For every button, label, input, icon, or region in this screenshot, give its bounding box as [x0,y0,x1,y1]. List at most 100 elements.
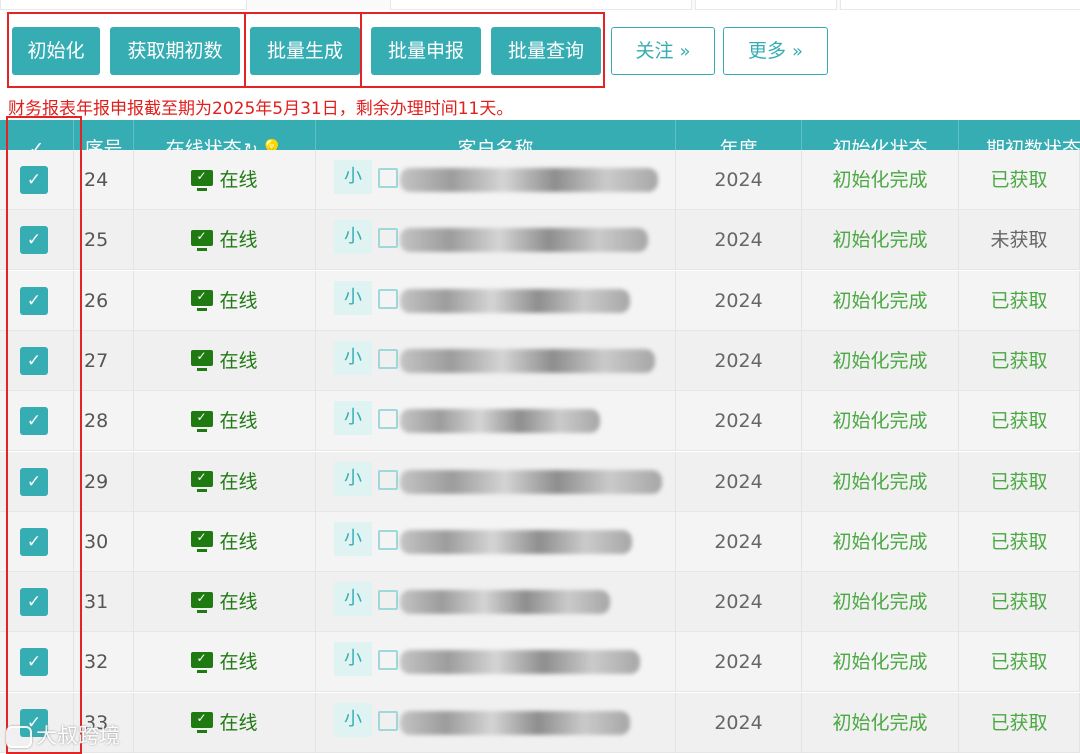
table-row[interactable]: ✓ 27 ✓ 在线小 2024 初始化完成 已获取 [0,330,1080,391]
row-checkbox[interactable]: ✓ [20,166,48,194]
more-button[interactable]: 更多 » [723,27,828,75]
batch-query-button[interactable]: 批量查询 [491,27,601,75]
top-tab[interactable] [390,0,692,10]
batch-generate-button[interactable]: 批量生成 [250,27,360,75]
row-checkbox[interactable]: ✓ [20,467,48,496]
edit-icon[interactable] [378,409,398,430]
deadline-notice: 财务报表年报申报截至期为2025年5月31日，剩余办理时间11天。 [8,99,514,119]
row-checkbox[interactable]: ✓ [20,648,48,677]
opening-status: 已获取 [959,511,1080,572]
customer-name-cell: 小 [316,572,676,633]
edit-icon[interactable] [378,650,398,671]
monitor-check-icon: ✓ [191,591,214,613]
customer-name-redacted[interactable] [400,288,630,313]
top-tab[interactable] [0,0,247,10]
row-checkbox[interactable]: ✓ [20,226,48,255]
customer-name-redacted[interactable] [400,710,630,735]
edit-icon[interactable] [378,529,398,550]
row-index: 25 [74,210,134,271]
init-status: 初始化完成 [802,210,959,271]
edit-icon[interactable] [378,710,398,731]
table-row[interactable]: ✓ 33 ✓ 在线小 2024 初始化完成 已获取 [0,692,1080,753]
online-status-label: 在线 [219,169,258,191]
row-year: 2024 [676,511,802,572]
row-checkbox-cell: ✓ [0,451,74,512]
row-checkbox[interactable]: ✓ [20,286,48,315]
table-row[interactable]: ✓ 29 ✓ 在线小 2024 初始化完成 已获取 [0,451,1080,512]
online-status: ✓ 在线 [134,150,316,210]
table-row[interactable]: ✓ 32 ✓ 在线小 2024 初始化完成 已获取 [0,632,1080,693]
online-status: ✓ 在线 [134,692,316,753]
row-index: 30 [74,511,134,572]
edit-icon[interactable] [378,288,398,309]
customer-tag: 小 [334,521,372,556]
batch-declare-button[interactable]: 批量申报 [371,27,481,75]
init-status: 初始化完成 [802,451,959,512]
monitor-check-icon: ✓ [191,470,214,492]
online-status-label: 在线 [219,349,258,372]
row-checkbox-cell: ✓ [0,511,74,572]
edit-icon[interactable] [378,348,398,369]
row-year: 2024 [676,451,802,512]
table-row[interactable]: ✓ 25 ✓ 在线小 2024 初始化完成 未获取 [0,210,1080,271]
opening-status: 已获取 [959,692,1080,753]
online-status-label: 在线 [219,289,258,312]
row-index: 31 [74,572,134,633]
edit-icon[interactable] [378,168,398,188]
table-row[interactable]: ✓ 26 ✓ 在线小 2024 初始化完成 已获取 [0,270,1080,331]
customer-name-cell: 小 [316,692,676,753]
table-row[interactable]: ✓ 31 ✓ 在线小 2024 初始化完成 已获取 [0,572,1080,633]
top-tab[interactable] [695,0,837,10]
customer-name-redacted[interactable] [400,228,648,253]
watermark: 大叔跨境 [6,720,120,750]
customer-name-redacted[interactable] [400,590,610,615]
init-button[interactable]: 初始化 [12,27,100,75]
opening-status: 已获取 [959,572,1080,633]
customer-name-redacted[interactable] [400,469,662,494]
init-status: 初始化完成 [802,330,959,391]
customer-name-redacted[interactable] [400,650,640,675]
top-tab[interactable] [840,0,1080,10]
online-status: ✓ 在线 [134,210,316,271]
customer-name-cell: 小 [316,632,676,693]
top-tab-strip [0,0,1080,10]
table-row[interactable]: ✓ 30 ✓ 在线小 2024 初始化完成 已获取 [0,511,1080,572]
row-checkbox-cell: ✓ [0,330,74,391]
monitor-check-icon: ✓ [191,229,214,251]
customer-name-redacted[interactable] [400,409,600,434]
customer-tag: 小 [334,220,372,255]
customer-name-redacted[interactable] [400,348,655,373]
opening-status: 已获取 [959,391,1080,452]
customer-tag: 小 [334,461,372,496]
customer-name-cell: 小 [316,150,676,210]
monitor-check-icon: ✓ [191,349,214,372]
customer-tag: 小 [334,340,372,375]
row-year: 2024 [676,391,802,452]
opening-status: 已获取 [959,150,1080,210]
customer-name-cell: 小 [316,511,676,572]
customer-name-cell: 小 [316,210,676,271]
customer-name-redacted[interactable] [400,529,632,554]
follow-button[interactable]: 关注» [611,27,715,75]
watermark-text: 大叔跨境 [36,724,120,748]
online-status: ✓ 在线 [134,270,316,331]
follow-label: 关注 [635,40,674,62]
row-checkbox[interactable]: ✓ [20,346,48,375]
table-row[interactable]: ✓ 24 ✓ 在线小 2024 初始化完成 已获取 [0,150,1080,210]
row-checkbox-cell: ✓ [0,150,74,210]
row-checkbox[interactable]: ✓ [20,588,48,617]
edit-icon[interactable] [378,469,398,490]
online-status: ✓ 在线 [134,511,316,572]
edit-icon[interactable] [378,228,398,249]
more-label: 更多 [747,40,786,62]
table-row[interactable]: ✓ 28 ✓ 在线小 2024 初始化完成 已获取 [0,391,1080,452]
customer-name-redacted[interactable] [400,168,658,192]
customer-tag: 小 [334,401,372,436]
fetch-opening-button[interactable]: 获取期初数 [110,27,240,75]
edit-icon[interactable] [378,590,398,611]
row-checkbox[interactable]: ✓ [20,527,48,556]
init-status: 初始化完成 [802,150,959,210]
chevron-right-icon: » [679,41,691,62]
monitor-check-icon: ✓ [191,169,214,191]
row-checkbox[interactable]: ✓ [20,407,48,436]
